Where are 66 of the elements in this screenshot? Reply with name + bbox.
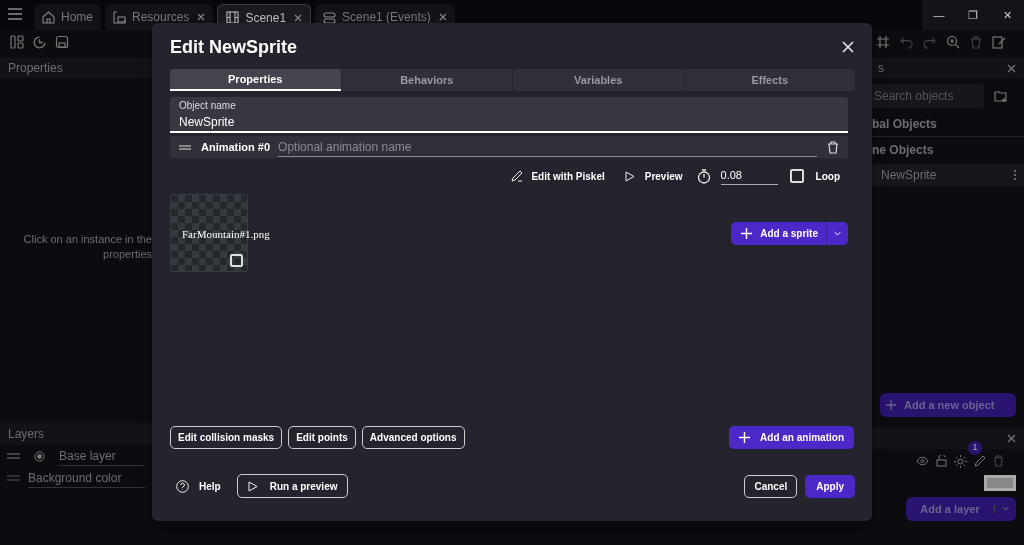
- action-button[interactable]: Advanced options: [361, 425, 465, 449]
- plus-icon: [741, 227, 753, 239]
- panel-title: Layers: [8, 426, 45, 443]
- radio-icon[interactable]: [34, 450, 45, 462]
- layer-name-field[interactable]: Base layer: [59, 446, 145, 466]
- window-icon: [113, 10, 126, 24]
- edit-icon[interactable]: [992, 35, 1006, 49]
- background-color-field[interactable]: Background color: [28, 468, 145, 488]
- menu-icon[interactable]: [6, 5, 24, 23]
- layout-icon[interactable]: [10, 35, 24, 49]
- hint-text: properties: [103, 246, 152, 262]
- loop-label: Loop: [815, 169, 840, 184]
- search-field[interactable]: Search objects: [872, 84, 984, 108]
- restore-button[interactable]: ❐: [956, 0, 990, 30]
- animation-label: Animation #0: [201, 139, 271, 155]
- dialog-tab[interactable]: Properties: [170, 69, 341, 91]
- light-icon[interactable]: [954, 454, 967, 468]
- panel-title: Properties: [8, 60, 63, 77]
- add-sprite-button[interactable]: Add a sprite: [731, 221, 848, 245]
- color-swatch[interactable]: [984, 475, 1016, 491]
- film-icon: [226, 11, 240, 24]
- loop-checkbox[interactable]: [789, 169, 804, 183]
- object-row[interactable]: NewSprite: [872, 164, 1024, 186]
- list-icon: [323, 10, 337, 24]
- save-icon[interactable]: [55, 35, 69, 49]
- edit-with-piskel-button[interactable]: Edit with Piskel: [507, 168, 609, 184]
- apply-button[interactable]: Apply: [805, 474, 855, 498]
- help-button[interactable]: Help: [170, 478, 227, 494]
- editor-tab[interactable]: Home: [34, 4, 101, 30]
- history-icon[interactable]: [32, 34, 47, 50]
- count-badge: 1: [968, 441, 982, 455]
- interval-field[interactable]: 0.08: [720, 167, 778, 185]
- home-icon: [42, 10, 55, 24]
- plus-icon: [886, 400, 896, 410]
- help-icon: [176, 479, 189, 493]
- dialog-tab[interactable]: Behaviors: [340, 69, 512, 91]
- plus-icon: [739, 431, 751, 443]
- add-folder-icon[interactable]: [994, 89, 1008, 103]
- object-name-field[interactable]: Object name NewSprite: [170, 97, 848, 133]
- play-icon: [247, 480, 258, 492]
- play-icon: [624, 170, 635, 182]
- preview-button[interactable]: Preview: [618, 168, 689, 184]
- dialog-tab[interactable]: Variables: [512, 69, 684, 91]
- dialog-title: Edit NewSprite: [170, 35, 298, 59]
- cancel-button[interactable]: Cancel: [744, 474, 798, 498]
- pencil-icon: [511, 170, 524, 182]
- drag-handle-icon[interactable]: [7, 453, 20, 459]
- edit-icon[interactable]: [974, 455, 986, 467]
- lock-icon[interactable]: [936, 455, 947, 467]
- add-animation-button[interactable]: Add an animation: [729, 425, 854, 449]
- eye-icon[interactable]: [916, 456, 929, 466]
- panel-title: s: [878, 60, 884, 77]
- drag-handle-icon[interactable]: [7, 475, 20, 481]
- dialog-tab[interactable]: Effects: [683, 69, 855, 91]
- group-heading[interactable]: ne Objects: [872, 137, 1024, 162]
- sprite-checkbox[interactable]: [230, 254, 243, 267]
- action-button[interactable]: Edit points: [288, 425, 356, 449]
- zoom-icon[interactable]: [946, 35, 960, 49]
- timer-icon: [696, 168, 711, 184]
- action-button[interactable]: Edit collision masks: [170, 425, 283, 449]
- close-window-button[interactable]: ✕: [990, 0, 1024, 30]
- sprite-filename: FarMountain#1.png: [182, 227, 270, 242]
- minimize-button[interactable]: —: [922, 0, 956, 30]
- hint-text: Click on an instance in the: [23, 231, 152, 247]
- run-preview-button[interactable]: Run a preview: [236, 474, 349, 498]
- grid-icon[interactable]: [876, 35, 890, 49]
